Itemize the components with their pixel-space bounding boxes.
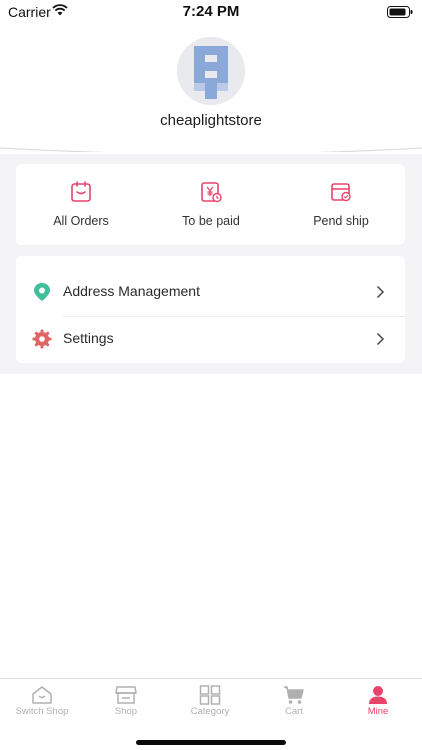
orders-card: All Orders To be paid Pend ship xyxy=(16,164,405,245)
order-list-icon xyxy=(71,181,91,202)
avatar[interactable] xyxy=(177,37,245,105)
clock: 7:24 PM xyxy=(182,3,240,20)
pend-ship-label: Pend ship xyxy=(313,214,369,228)
tab-shop-label: Shop xyxy=(114,706,138,717)
tab-cart-label: Cart xyxy=(285,706,303,717)
profile-header: cheaplightstore xyxy=(0,24,422,154)
all-orders-button[interactable]: All Orders xyxy=(16,164,146,245)
tab-switch-shop-label: Switch Shop xyxy=(15,706,69,717)
grid-icon xyxy=(199,685,221,705)
to-be-paid-button[interactable]: To be paid xyxy=(146,164,276,245)
chevron-right-icon xyxy=(376,332,385,346)
storefront-icon xyxy=(115,686,137,704)
home-switch-icon xyxy=(32,686,52,704)
address-management-row[interactable]: Address Management xyxy=(16,268,405,316)
tab-mine-label: Mine xyxy=(367,706,389,717)
address-management-label: Address Management xyxy=(63,283,200,299)
chevron-right-icon xyxy=(376,285,385,299)
tab-shop[interactable]: Shop xyxy=(84,679,168,723)
settings-label: Settings xyxy=(63,330,114,346)
all-orders-label: All Orders xyxy=(53,214,109,228)
payment-pending-icon xyxy=(201,182,222,203)
battery-icon xyxy=(387,5,413,23)
tab-cart[interactable]: Cart xyxy=(252,679,336,723)
gear-icon xyxy=(32,329,52,349)
location-pin-icon xyxy=(34,283,50,301)
username: cheaplightstore xyxy=(160,112,262,129)
tab-mine[interactable]: Mine xyxy=(336,679,420,723)
tab-switch-shop[interactable]: Switch Shop xyxy=(0,679,84,723)
person-icon xyxy=(369,686,387,704)
header-curve xyxy=(0,138,422,152)
settings-row[interactable]: Settings xyxy=(16,315,405,363)
pend-ship-button[interactable]: Pend ship xyxy=(276,164,406,245)
home-indicator xyxy=(136,740,286,745)
tab-category-label: Category xyxy=(190,706,230,717)
menu-card: Address Management Settings xyxy=(16,256,405,363)
to-be-paid-label: To be paid xyxy=(182,214,240,228)
cart-icon xyxy=(284,686,304,704)
status-bar: Carrier 7:24 PM xyxy=(0,0,422,24)
pending-shipment-icon xyxy=(331,183,351,202)
tab-category[interactable]: Category xyxy=(168,679,252,723)
